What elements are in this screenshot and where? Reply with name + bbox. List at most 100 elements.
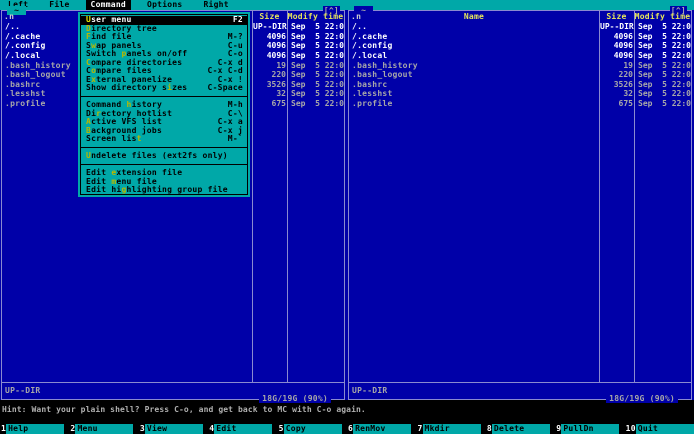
menubar-item[interactable]: Command <box>85 0 131 10</box>
menu-item[interactable]: Edit hi g hlighting group file <box>81 185 247 194</box>
file-name: /.cache <box>352 31 388 41</box>
function-key-button[interactable]: 5 Copy <box>278 424 347 434</box>
file-size: 220 <box>618 70 633 80</box>
file-size: 3526 <box>613 79 633 89</box>
right-free-space: 18G/19G (90%) <box>606 394 678 403</box>
file-mtime: Sep 5 22:00 <box>638 99 691 109</box>
file-mtime: Sep 5 22:04 <box>638 50 691 60</box>
function-key-label: Help <box>6 424 65 434</box>
menu-item-label: Edit hi <box>86 185 122 194</box>
file-row[interactable]: .bash_history 19 Sep 5 22:01 <box>349 61 691 71</box>
function-key-label: View <box>144 424 203 434</box>
file-row[interactable]: .profile 675 Sep 5 22:00 <box>349 99 691 109</box>
command-menu-dropdown: User menu F2 Directory tree Find file M-… <box>78 12 250 197</box>
function-key-label: Copy <box>283 424 342 434</box>
function-key-label: Mkdir <box>422 424 481 434</box>
function-key-button[interactable]: 6 RenMov <box>347 424 416 434</box>
file-size: 19 <box>623 60 633 70</box>
menu-item-shortcut: M-` <box>227 134 243 143</box>
file-row[interactable]: /.local 4096 Sep 5 22:04 <box>349 51 691 61</box>
file-row[interactable]: /.cache 4096 Sep 5 22:04 <box>349 32 691 42</box>
file-name: .lesshst <box>352 89 393 99</box>
column-header-mtime[interactable]: Modify time <box>287 12 344 21</box>
file-mtime: Sep 5 22:00 <box>638 70 691 80</box>
file-name: .bashrc <box>352 79 388 89</box>
command-menu-frame: User menu F2 Directory tree Find file M-… <box>80 14 248 195</box>
function-key-button[interactable]: 2 Menu <box>69 424 138 434</box>
file-row[interactable]: /.config 4096 Sep 5 22:04 <box>349 41 691 51</box>
file-mtime: Sep 5 22:00 <box>291 79 344 89</box>
column-header-mtime[interactable]: Modify time <box>634 12 691 21</box>
file-mtime: Sep 5 22:01 <box>638 60 691 70</box>
menu-item-label: ndelete files (ext2fs only) <box>91 151 228 160</box>
function-key-button[interactable]: 10 Quit <box>625 424 694 434</box>
function-key-button[interactable]: 1 Help <box>0 424 69 434</box>
file-name: /.. <box>352 22 368 31</box>
function-key-button[interactable]: 7 Mkdir <box>416 424 485 434</box>
file-mtime: Sep 5 22:04 <box>291 31 344 41</box>
file-mtime: Sep 5 22:00 <box>291 22 344 31</box>
mini-status-separator <box>349 382 691 383</box>
menu-item-shortcut: F2 <box>232 15 243 24</box>
file-size: 675 <box>271 99 286 109</box>
command-prompt[interactable]: midnight@commander:~$ <box>2 414 140 434</box>
file-mtime: Sep 5 22:04 <box>638 31 691 41</box>
menubar-item[interactable]: Options <box>142 0 187 10</box>
file-size: 4096 <box>613 41 633 51</box>
right-mini-status: UP--DIR <box>352 386 388 395</box>
menubar-item[interactable]: Right <box>198 0 233 10</box>
file-mtime: Sep 5 22:00 <box>291 70 344 80</box>
function-key-label: Edit <box>214 424 273 434</box>
function-key-label: Menu <box>75 424 134 434</box>
file-mtime: Sep 5 22:00 <box>638 79 691 89</box>
file-size: 3526 <box>266 79 286 89</box>
file-mtime: Sep 5 22:04 <box>291 50 344 60</box>
file-name: /.config <box>352 41 393 51</box>
left-free-space: 18G/19G (90%) <box>259 394 331 403</box>
function-key-button[interactable]: 8 Delete <box>486 424 555 434</box>
file-name: /.local <box>352 50 388 60</box>
menubar-item[interactable]: File <box>44 0 74 10</box>
file-size: 32 <box>623 89 633 99</box>
file-name: .bash_logout <box>352 70 413 80</box>
file-size: 4096 <box>266 50 286 60</box>
menu-item[interactable]: Undelete files (ext2fs only) <box>81 151 247 161</box>
file-row[interactable]: /.. UP--DIR Sep 5 22:00 <box>349 22 691 32</box>
right-panel-header: .n Name Size Modify time <box>349 12 691 21</box>
file-size: UP--DIR <box>600 22 634 31</box>
file-size: 4096 <box>613 50 633 60</box>
file-size: 4096 <box>266 31 286 41</box>
column-header-size[interactable]: Size <box>599 12 634 21</box>
file-mtime: Sep 5 22:04 <box>291 41 344 51</box>
file-size: 32 <box>276 89 286 99</box>
file-row[interactable]: .bashrc 3526 Sep 5 22:00 <box>349 80 691 90</box>
file-mtime: Sep 5 22:04 <box>638 41 691 51</box>
menu-item-shortcut: C-Space <box>207 83 243 92</box>
menu-item-label: hlighting group file <box>126 185 228 194</box>
file-mtime: Sep 5 22:01 <box>291 60 344 70</box>
menu-item[interactable]: Show directory s i zes C-Space <box>81 83 247 93</box>
file-size: 4096 <box>266 41 286 51</box>
function-key-button[interactable]: 3 View <box>139 424 208 434</box>
file-row[interactable]: .lesshst 32 Sep 5 22:03 <box>349 89 691 99</box>
menu-item[interactable]: Screen lis t M-` <box>81 134 247 144</box>
menu-item-hotkey: t <box>136 134 142 143</box>
file-mtime: Sep 5 22:03 <box>638 89 691 99</box>
column-header-name[interactable]: Name <box>349 12 599 21</box>
menu-item-label: zes <box>172 83 188 92</box>
left-mini-status: UP--DIR <box>5 386 41 395</box>
column-header-size[interactable]: Size <box>252 12 287 21</box>
function-key-label: Delete <box>491 424 550 434</box>
function-key-button[interactable]: 9 PullDn <box>555 424 624 434</box>
menu-bar: Left File Command Options Right <box>0 0 694 10</box>
function-key-label: PullDn <box>561 424 620 434</box>
function-key-number: 10 <box>625 424 636 433</box>
menu-item-label: Screen lis <box>86 134 137 143</box>
function-key-button[interactable]: 4 Edit <box>208 424 277 434</box>
file-mtime: Sep 5 22:00 <box>291 99 344 109</box>
file-name: .profile <box>352 99 393 109</box>
file-mtime: Sep 5 22:03 <box>291 89 344 99</box>
file-row[interactable]: .bash_logout 220 Sep 5 22:00 <box>349 70 691 80</box>
mini-status-separator <box>2 382 344 383</box>
hint-line: Hint: Want your plain shell? Press C-o, … <box>2 405 366 414</box>
